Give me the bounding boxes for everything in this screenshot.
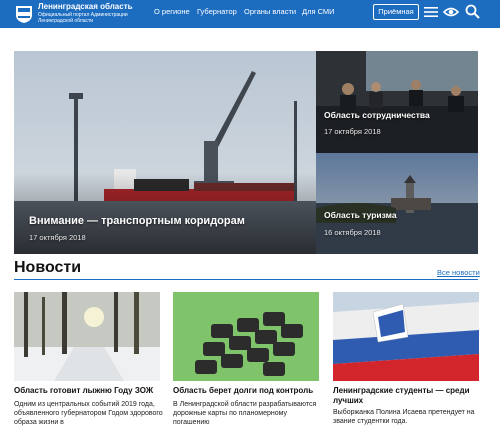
meeting-photo xyxy=(316,51,478,153)
news-card-text: Выборжанка Полина Исаева претендует на з… xyxy=(333,409,475,425)
search-icon[interactable] xyxy=(465,4,480,19)
news-card-title[interactable]: Область готовит лыжню Году ЗОЖ xyxy=(14,386,160,396)
nav-item-region[interactable]: О регионе xyxy=(154,7,190,16)
reception-button[interactable]: Приёмная xyxy=(373,4,419,20)
hero-main-date: 17 октября 2018 xyxy=(29,233,86,242)
news-card[interactable]: Область берет долги под контроль В Ленин… xyxy=(173,292,319,427)
castle-photo xyxy=(316,153,478,254)
news-card[interactable]: Ленинградские студенты — среди лучших Вы… xyxy=(333,292,479,427)
site-header: Ленинградская область Официальный портал… xyxy=(0,0,500,28)
news-section-heading: Новости xyxy=(14,259,82,276)
emblem-icon[interactable] xyxy=(14,4,34,24)
news-card-title[interactable]: Область берет долги под контроль xyxy=(173,386,319,396)
winter-forest-image[interactable] xyxy=(14,292,160,381)
calculator-image[interactable] xyxy=(173,292,319,381)
nav-item-governor[interactable]: Губернатор xyxy=(197,7,237,16)
nav-item-authorities[interactable]: Органы власти xyxy=(244,7,296,16)
nav-item-media[interactable]: Для СМИ xyxy=(302,7,335,16)
hero-main-story[interactable]: Внимание — транспортным коридорам 17 окт… xyxy=(14,51,316,254)
flags-image[interactable] xyxy=(333,292,479,381)
site-title[interactable]: Ленинградская область xyxy=(38,2,133,11)
hero-side-1-date: 17 октября 2018 xyxy=(324,127,381,136)
hero-side-story-2[interactable]: Область туризма 16 октября 2018 xyxy=(316,153,478,254)
hero-side-story-1[interactable]: Область сотрудничества 17 октября 2018 xyxy=(316,51,478,153)
hero-side-2-date: 16 октября 2018 xyxy=(324,228,381,237)
hero-side-2-title[interactable]: Область туризма xyxy=(324,210,397,220)
site-subtitle: Официальный портал Администрации Ленингр… xyxy=(38,12,128,24)
hero-side-1-title[interactable]: Область сотрудничества xyxy=(324,110,430,120)
news-card[interactable]: Область готовит лыжню Году ЗОЖ Одним из … xyxy=(14,292,163,427)
eye-icon[interactable] xyxy=(443,5,459,19)
news-divider xyxy=(14,279,478,280)
all-news-link[interactable]: Все новости xyxy=(437,268,480,277)
menu-icon[interactable] xyxy=(424,5,438,19)
hero-main-title[interactable]: Внимание — транспортным коридорам xyxy=(29,215,245,227)
news-card-title[interactable]: Ленинградские студенты — среди лучших xyxy=(333,386,479,406)
news-card-text: Одним из центральных событий 2019 года, … xyxy=(14,401,163,426)
news-card-text: В Ленинградской области разрабатываются … xyxy=(173,401,317,426)
